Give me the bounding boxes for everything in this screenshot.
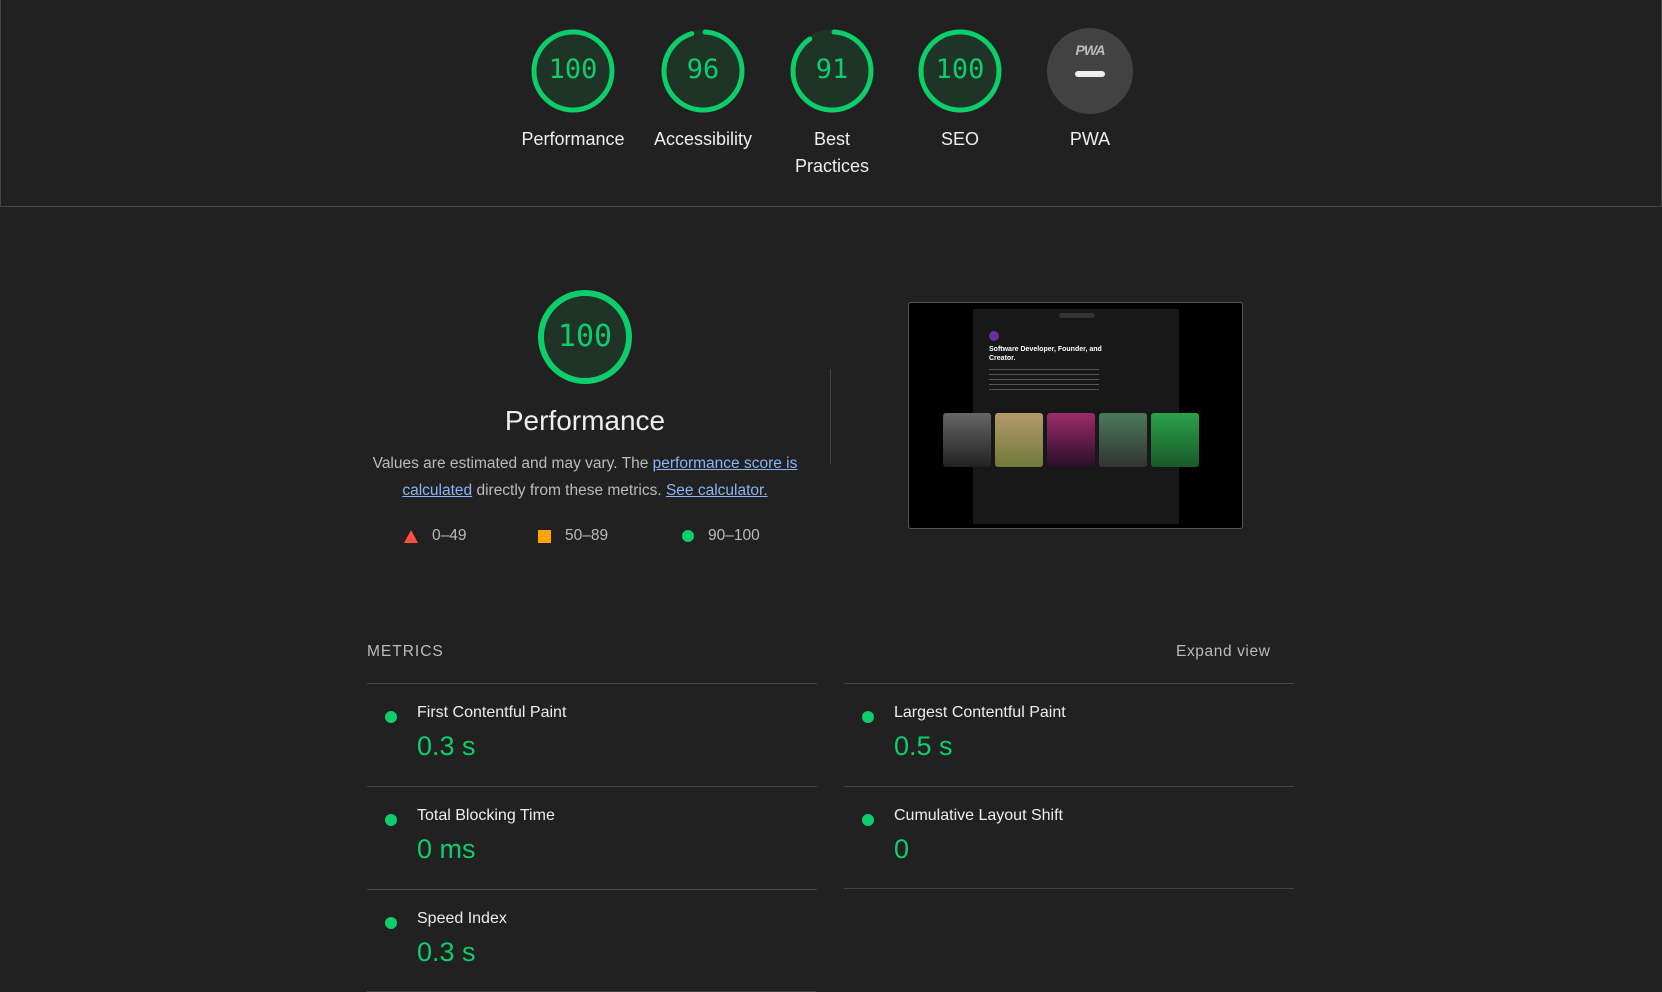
metric-lcp: Largest Contentful Paint 0.5 s — [844, 683, 1294, 786]
gauge-best-practices[interactable]: 91 Best Practices — [772, 28, 892, 180]
gauge-label: Accessibility — [653, 129, 753, 149]
score-value: 100 — [548, 54, 598, 85]
score-value: 96 — [686, 54, 720, 85]
metric-fcp: First Contentful Paint 0.3 s — [367, 683, 817, 786]
legend-pass: 90–100 — [682, 527, 760, 545]
performance-title: Performance — [504, 405, 666, 436]
score-ring: 96 — [660, 28, 746, 114]
performance-gauge: 100 — [537, 289, 633, 385]
score-value: 100 — [935, 54, 985, 85]
see-calculator-link[interactable]: See calculator. — [666, 482, 768, 499]
circle-icon — [682, 530, 694, 542]
metric-label: Cumulative Layout Shift — [894, 807, 1063, 824]
legend-fail: 0–49 — [404, 527, 466, 545]
gauge-pwa[interactable]: PWA PWA — [1030, 28, 1150, 153]
metric-speed-index: Speed Index 0.3 s — [367, 889, 817, 992]
pass-circle-icon — [385, 814, 397, 826]
gauge-accessibility[interactable]: 96 Accessibility — [643, 28, 763, 153]
pass-circle-icon — [862, 711, 874, 723]
gauge-label: SEO — [940, 129, 979, 149]
pwa-badge-icon: PWA — [1047, 28, 1133, 114]
divider — [830, 369, 831, 464]
performance-description: Values are estimated and may vary. The p… — [365, 450, 805, 504]
gauge-label: PWA — [1069, 129, 1111, 149]
performance-score: 100 — [557, 319, 613, 354]
score-value: 91 — [815, 54, 849, 85]
metric-label: First Contentful Paint — [417, 704, 567, 721]
metric-value: 0.3 s — [417, 731, 476, 761]
legend-range: 50–89 — [565, 527, 609, 544]
gauge-seo[interactable]: 100 SEO — [900, 28, 1020, 153]
gauge-performance[interactable]: 100 Performance — [513, 28, 633, 153]
desc-text: Values are estimated and may vary. The — [372, 455, 653, 472]
legend-range: 90–100 — [708, 527, 760, 544]
metrics-header: METRICS — [367, 643, 444, 660]
metric-value: 0 ms — [417, 834, 476, 864]
metric-label: Largest Contentful Paint — [894, 704, 1066, 721]
pwa-badge-text: PWA — [1075, 42, 1106, 58]
metric-value: 0.3 s — [417, 937, 476, 967]
dash-icon — [1075, 71, 1105, 77]
triangle-icon — [404, 529, 418, 543]
square-icon — [538, 529, 551, 543]
metric-tbt: Total Blocking Time 0 ms — [367, 786, 817, 889]
score-ring: 91 — [789, 28, 875, 114]
legend-average: 50–89 — [538, 527, 608, 545]
metric-value: 0.5 s — [894, 731, 953, 761]
final-screenshot[interactable]: Software Developer, Founder, and Creator… — [908, 302, 1243, 529]
metric-value: 0 — [894, 834, 910, 864]
metric-cls: Cumulative Layout Shift 0 — [844, 786, 1294, 889]
category-scores-header: 100 Performance 96 Accessibility 91 Best… — [0, 0, 1662, 207]
gauge-label: Best Practices — [794, 129, 870, 176]
pass-circle-icon — [385, 711, 397, 723]
pass-circle-icon — [862, 814, 874, 826]
gauge-label: Performance — [521, 129, 625, 149]
pass-circle-icon — [385, 917, 397, 929]
screenshot-heading: Software Developer, Founder, and Creator… — [989, 346, 1102, 362]
metric-label: Total Blocking Time — [417, 807, 555, 824]
desc-text: directly from these metrics. — [472, 482, 666, 499]
score-ring: 100 — [917, 28, 1003, 114]
expand-view-toggle[interactable]: Expand view — [1176, 643, 1270, 661]
score-ring: 100 — [530, 28, 616, 114]
metric-label: Speed Index — [417, 910, 507, 927]
screenshot-photos — [943, 413, 1199, 467]
legend-range: 0–49 — [432, 527, 467, 544]
